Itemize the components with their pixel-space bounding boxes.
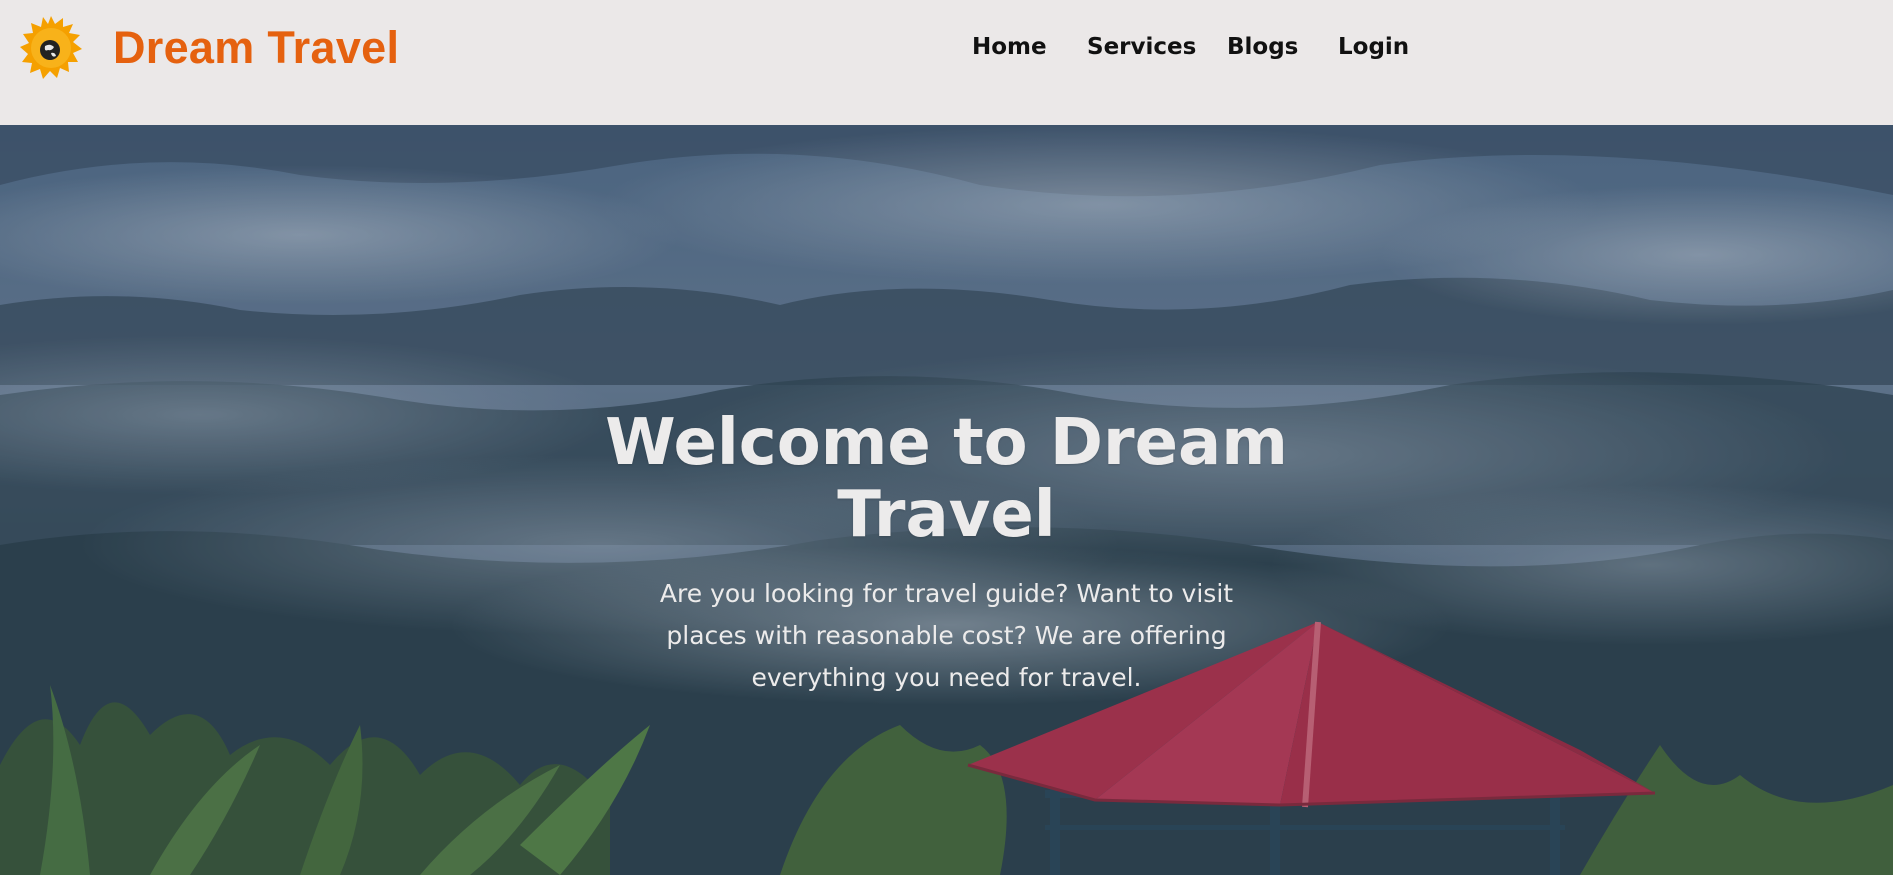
nav-link-login[interactable]: Login <box>1338 34 1409 60</box>
hero-subtitle: Are you looking for travel guide? Want t… <box>659 579 1234 692</box>
nav-link-blogs[interactable]: Blogs <box>1227 34 1298 60</box>
nav-link-home[interactable]: Home <box>972 34 1047 60</box>
globe-splash-logo-icon[interactable] <box>17 12 85 82</box>
hero-content: Welcome to Dream Travel Are you looking … <box>0 407 1893 699</box>
hero-title: Welcome to Dream Travel <box>605 406 1288 552</box>
hero-section: Welcome to Dream Travel Are you looking … <box>0 125 1893 875</box>
brand-title[interactable]: Dream Travel <box>113 22 399 74</box>
navbar: Dream Travel Home Services Blogs Login <box>0 0 1893 125</box>
nav-link-services[interactable]: Services <box>1087 34 1196 60</box>
